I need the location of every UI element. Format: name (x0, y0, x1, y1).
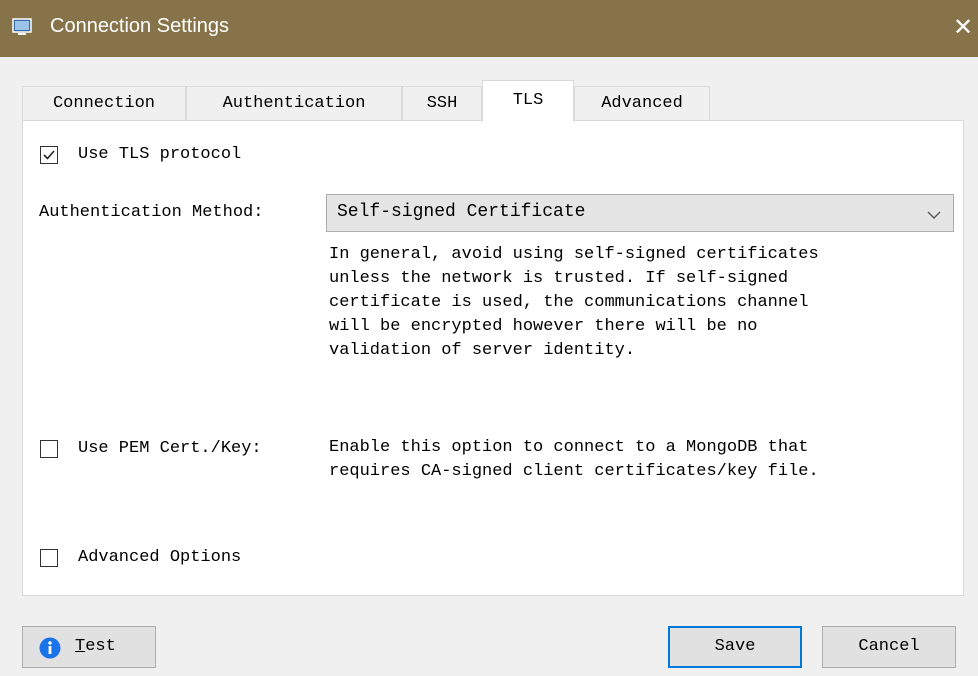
advanced-options-checkbox[interactable] (40, 549, 58, 567)
tab-ssh[interactable]: SSH (402, 86, 482, 120)
info-icon (39, 636, 61, 659)
tab-authentication[interactable]: Authentication (186, 86, 402, 120)
auth-method-label: Authentication Method: (39, 203, 264, 222)
test-button-label: Test (75, 637, 116, 656)
use-pem-label: Use PEM Cert./Key: (78, 439, 262, 458)
advanced-options-label: Advanced Options (78, 548, 242, 567)
use-tls-checkbox[interactable] (40, 146, 58, 164)
chevron-down-icon (927, 207, 941, 225)
title-bar: Connection Settings ✕ (0, 0, 978, 57)
close-icon[interactable]: ✕ (948, 12, 978, 42)
cancel-button[interactable]: Cancel (822, 626, 956, 668)
tab-advanced[interactable]: Advanced (574, 86, 710, 120)
save-button[interactable]: Save (668, 626, 802, 668)
checkmark-icon (43, 150, 55, 160)
window-title: Connection Settings (50, 15, 230, 37)
auth-method-select[interactable]: Self-signed Certificate (326, 194, 954, 232)
tab-tls[interactable]: TLS (482, 80, 574, 122)
use-pem-checkbox[interactable] (40, 440, 58, 458)
use-pem-description: Enable this option to connect to a Mongo… (329, 438, 819, 481)
auth-method-value: Self-signed Certificate (337, 202, 586, 222)
auth-method-description: In general, avoid using self-signed cert… (329, 245, 819, 360)
app-window-icon (12, 18, 32, 36)
use-tls-label: Use TLS protocol (78, 145, 242, 164)
tab-connection[interactable]: Connection (22, 86, 186, 120)
test-button[interactable]: Test (22, 626, 156, 668)
